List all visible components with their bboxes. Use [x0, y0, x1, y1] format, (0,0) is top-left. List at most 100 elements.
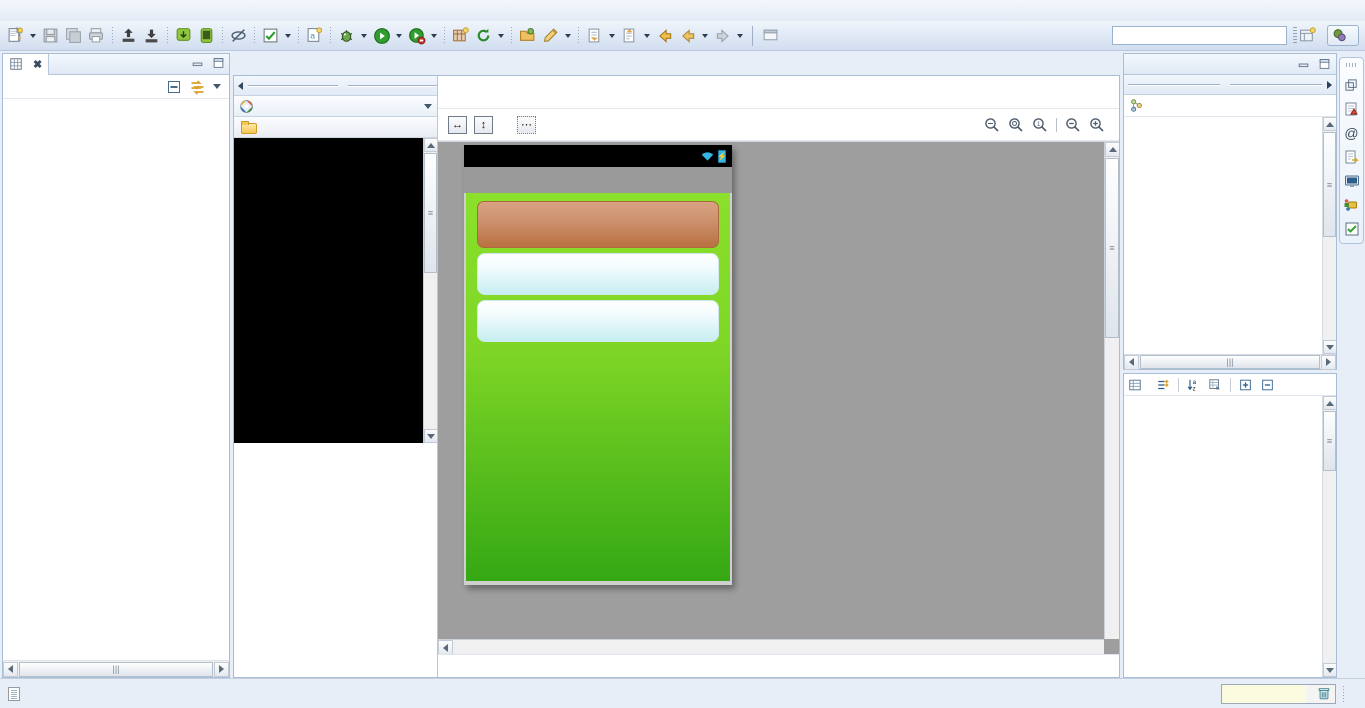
collapse-all-icon[interactable] [1260, 378, 1275, 392]
hscroll-thumb[interactable]: ||| [19, 661, 213, 677]
properties-vscrollbar[interactable]: ≡ [1322, 396, 1336, 677]
canvas-hscrollbar[interactable] [438, 639, 1104, 654]
console-view-icon[interactable] [1344, 173, 1360, 189]
package-explorer-hscrollbar[interactable]: ||| [3, 660, 229, 677]
toggle-width-icon[interactable]: ↔ [448, 115, 467, 134]
problems-view-icon[interactable] [1344, 101, 1360, 117]
run-icon[interactable] [370, 24, 393, 47]
annotation-dropdown-arrow[interactable] [562, 25, 574, 47]
close-icon[interactable]: ✖ [33, 58, 42, 71]
new-window-icon[interactable] [449, 24, 472, 47]
save-icon[interactable] [39, 24, 62, 47]
debug-icon[interactable] [335, 24, 358, 47]
new-icon[interactable] [4, 24, 27, 47]
previous-annotation-dropdown-arrow[interactable] [606, 25, 618, 47]
expand-all-icon[interactable] [1238, 378, 1253, 392]
properties-vscroll-thumb[interactable]: ≡ [1323, 411, 1336, 471]
annotation-icon[interactable] [539, 24, 562, 47]
preview-edittext2[interactable] [477, 300, 719, 342]
zoom-100-icon[interactable]: 1 [1032, 117, 1048, 133]
link-with-editor-icon[interactable] [189, 79, 206, 95]
canvas-vscrollbar[interactable]: ≡ [1104, 142, 1119, 639]
toggle-annotations-icon[interactable] [227, 24, 250, 47]
back-history-icon[interactable] [676, 24, 699, 47]
outline-scroll-right-icon[interactable] [1321, 354, 1336, 370]
trash-icon[interactable] [1313, 686, 1335, 701]
new-android-xml-icon[interactable]: a [303, 24, 326, 47]
external-tools-dropdown-arrow[interactable] [428, 25, 440, 47]
minimize-icon[interactable] [1296, 57, 1311, 71]
import-icon[interactable] [140, 24, 163, 47]
scroll-left-icon[interactable] [3, 661, 18, 677]
android-sdk-manager-icon[interactable] [172, 24, 195, 47]
print-icon[interactable] [85, 24, 108, 47]
heap-status[interactable] [1221, 683, 1336, 704]
quick-access-input[interactable] [1112, 26, 1287, 45]
properties-scroll-down-icon[interactable] [1323, 663, 1336, 677]
outline-hscroll-thumb[interactable]: ||| [1140, 355, 1320, 369]
run-external-tools-icon[interactable] [405, 24, 428, 47]
validate-dropdown-arrow[interactable] [282, 25, 294, 47]
palette-vscrollbar[interactable]: ≡ [423, 138, 437, 443]
run-dropdown-arrow[interactable] [393, 25, 405, 47]
javadoc-view-icon[interactable]: @ [1344, 125, 1358, 141]
open-perspective-icon[interactable] [1297, 26, 1317, 45]
canvas-vscroll-thumb[interactable]: ≡ [1105, 158, 1119, 338]
outline-vscrollbar[interactable]: ≡ [1322, 117, 1336, 354]
zoom-out-icon[interactable] [1065, 117, 1081, 133]
preview-textview1[interactable] [477, 201, 719, 248]
structure-expand-icon[interactable] [1327, 80, 1332, 89]
package-explorer-tree[interactable] [3, 99, 229, 660]
canvas-scroll-left-icon[interactable] [438, 640, 453, 654]
outline-hscrollbar[interactable]: ||| [1124, 354, 1336, 370]
zoom-in-icon[interactable] [1089, 117, 1105, 133]
device-preview[interactable]: ⚡ [464, 145, 732, 585]
next-annotation-icon[interactable] [618, 24, 641, 47]
export-icon[interactable] [117, 24, 140, 47]
palette-widget-list[interactable]: ≡ [234, 138, 437, 443]
next-annotation-dropdown-arrow[interactable] [641, 25, 653, 47]
save-all-icon[interactable] [62, 24, 85, 47]
forward-icon[interactable] [711, 24, 734, 47]
avd-manager-icon[interactable] [195, 24, 218, 47]
fast-view-grip[interactable] [1346, 63, 1357, 67]
outline-scroll-down-icon[interactable] [1323, 340, 1336, 354]
tab-package-explorer[interactable]: ✖ [3, 53, 50, 75]
canvas-scroll-up-icon[interactable] [1105, 142, 1119, 157]
sort-alphabetically-icon[interactable]: az [1186, 378, 1201, 392]
zoom-to-fit-icon[interactable] [1008, 117, 1024, 133]
view-menu-icon[interactable] [213, 84, 221, 89]
pin-editor-icon[interactable] [759, 24, 782, 47]
palette-scroll-down-icon[interactable] [424, 429, 437, 443]
design-canvas[interactable]: ⚡ ≡ [438, 141, 1119, 654]
maximize-icon[interactable] [1317, 57, 1332, 71]
toggle-height-icon[interactable]: ↕ [474, 115, 493, 134]
logcat-view-icon[interactable] [1343, 197, 1360, 213]
back-icon[interactable] [653, 24, 676, 47]
show-advanced-properties-icon[interactable] [1156, 378, 1171, 392]
maximize-icon[interactable] [211, 56, 226, 70]
zoom-fit-icon[interactable] [984, 117, 1000, 133]
minimize-icon[interactable] [190, 56, 205, 70]
perspective-java-button[interactable] [1327, 25, 1359, 46]
palette-menu-chevron-down-icon[interactable] [424, 103, 432, 109]
preview-edittext1[interactable] [477, 253, 719, 295]
checklist-view-icon[interactable] [1344, 221, 1360, 237]
outline-scroll-up-icon[interactable] [1323, 117, 1336, 131]
collapse-all-icon[interactable] [166, 79, 182, 95]
properties-scroll-up-icon[interactable] [1323, 396, 1336, 410]
open-type-icon[interactable] [516, 24, 539, 47]
properties-table[interactable]: ≡ [1124, 396, 1336, 677]
back-dropdown-arrow[interactable] [699, 25, 711, 47]
forward-dropdown-arrow[interactable] [734, 25, 746, 47]
palette-scroll-up-icon[interactable] [424, 138, 437, 152]
outline-vscroll-thumb[interactable]: ≡ [1323, 132, 1336, 237]
refresh-dropdown-arrow[interactable] [495, 25, 507, 47]
palette-category-form-widgets[interactable] [234, 117, 437, 138]
app-root-layout[interactable] [466, 193, 730, 581]
outline-tree[interactable]: ≡ [1124, 117, 1336, 354]
declaration-view-icon[interactable] [1344, 149, 1360, 165]
show-margins-icon[interactable]: ⋯ [517, 115, 536, 134]
palette-collapse-icon[interactable] [238, 81, 243, 90]
palette-scroll-thumb[interactable]: ≡ [424, 153, 437, 273]
